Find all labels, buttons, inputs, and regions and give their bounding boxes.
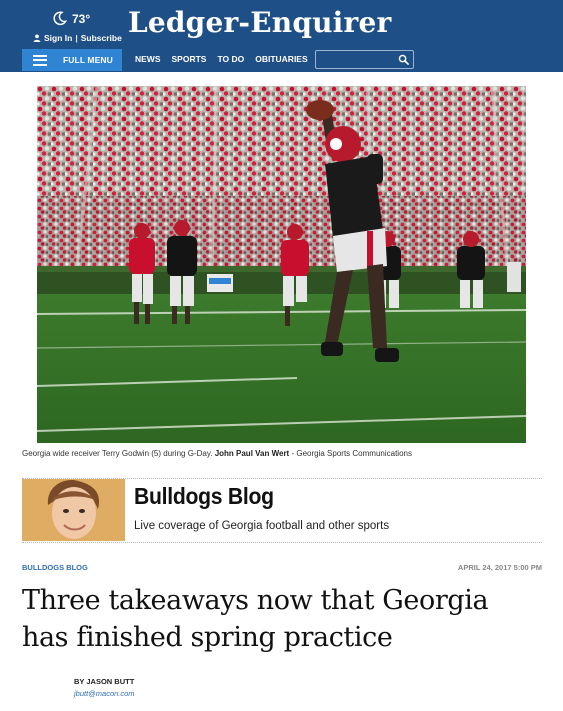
author-byline: BY JASON BUTT xyxy=(74,677,135,686)
nav-news[interactable]: NEWS xyxy=(135,54,161,64)
photo-credit-org: - Georgia Sports Communications xyxy=(291,449,412,458)
photo-credit-name: John Paul Van Wert xyxy=(214,449,290,458)
user-icon xyxy=(33,34,41,42)
full-menu-button[interactable]: FULL MENU xyxy=(22,49,122,71)
site-logo[interactable]: Ledger-Enquirer xyxy=(128,6,391,39)
full-menu-label: FULL MENU xyxy=(63,55,113,65)
subscribe-link[interactable]: Subscribe xyxy=(81,33,122,43)
blog-description: Live coverage of Georgia football and ot… xyxy=(134,520,390,532)
author-email-link[interactable]: jbutt@macon.com xyxy=(74,689,135,698)
hero-photo xyxy=(37,86,526,443)
weather-widget[interactable]: 73° xyxy=(52,11,90,26)
publish-date: APRIL 24, 2017 5:00 PM xyxy=(457,563,542,572)
photo-caption: Georgia wide receiver Terry Godwin (5) d… xyxy=(22,449,412,458)
author-portrait xyxy=(22,479,125,541)
masthead: 73° Sign In | Subscribe Ledger-Enquirer … xyxy=(0,0,563,72)
search-box xyxy=(315,50,414,69)
moon-icon xyxy=(53,11,67,26)
nav-to-do[interactable]: TO DO xyxy=(217,54,244,64)
link-separator: | xyxy=(75,33,78,43)
author-avatar xyxy=(22,479,125,541)
search-input[interactable] xyxy=(319,53,397,66)
blog-title[interactable]: Bulldogs Blog xyxy=(134,483,274,510)
section-kicker-link[interactable]: BULLDOGS BLOG xyxy=(22,563,88,572)
account-links: Sign In | Subscribe xyxy=(33,33,122,43)
football-catch-photo xyxy=(37,86,526,443)
article-headline: Three takeaways now that Georgia has fin… xyxy=(22,585,489,653)
temperature: 73° xyxy=(72,11,91,26)
hamburger-icon xyxy=(33,54,47,66)
search-icon[interactable] xyxy=(398,54,409,65)
caption-text: Georgia wide receiver Terry Godwin (5) d… xyxy=(22,449,213,458)
nav-sports[interactable]: SPORTS xyxy=(172,54,207,64)
primary-nav: NEWS SPORTS TO DO OBITUARIES xyxy=(135,54,308,64)
nav-obituaries[interactable]: OBITUARIES xyxy=(255,54,307,64)
divider-bottom xyxy=(22,542,542,543)
sign-in-link[interactable]: Sign In xyxy=(44,33,72,43)
